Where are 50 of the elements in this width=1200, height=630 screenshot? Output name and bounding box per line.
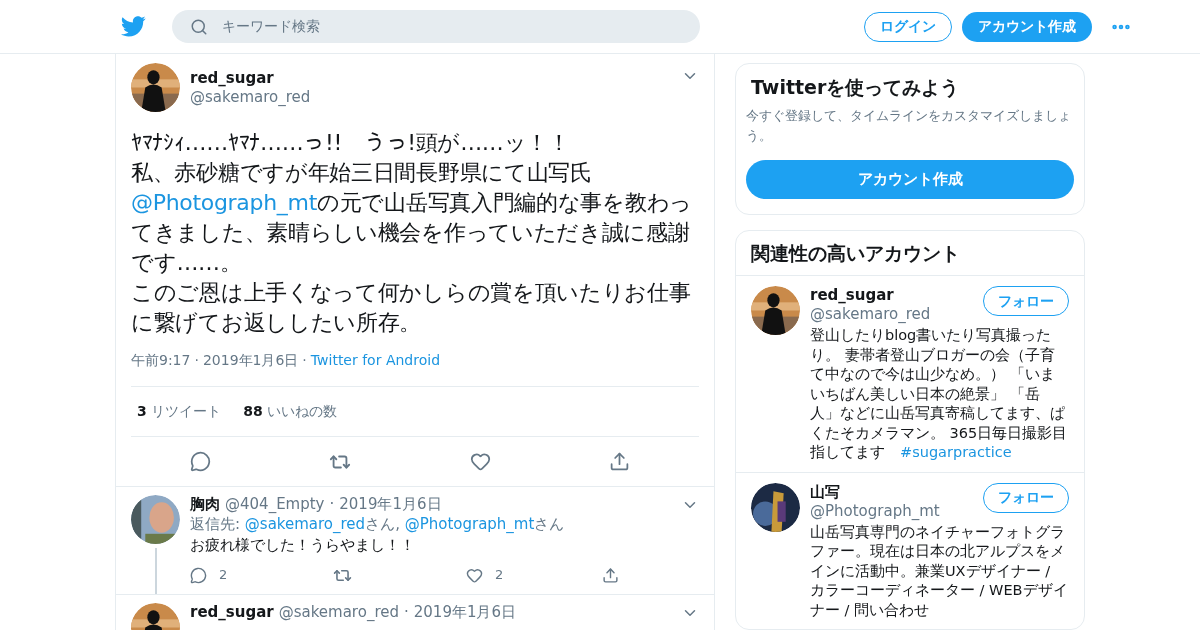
like-count: 2 [495, 566, 504, 585]
signup-button[interactable]: アカウント作成 [962, 11, 1092, 42]
account-name: 山写 [810, 482, 841, 502]
bird-logo-icon[interactable] [121, 16, 146, 37]
card-title: 関連性の高いアカウント [736, 231, 1084, 276]
like-count[interactable]: 88 いいねの数 [243, 401, 338, 422]
reply-date: 2019年1月6日 [339, 495, 442, 514]
mention-link[interactable]: @Photograph_mt [131, 190, 317, 215]
like-icon[interactable] [466, 566, 483, 584]
card-title: Twitterを使ってみよう [750, 75, 961, 100]
separator-dot: · [403, 603, 409, 622]
reply-date: 2019年1月6日 [413, 603, 516, 622]
like-icon[interactable] [469, 451, 491, 472]
card-description: 今すぐ登録して、タイムラインをカスタマイズしましょう。 [746, 107, 1072, 145]
reply-author-handle: @404_Empty [225, 495, 325, 514]
mention-link[interactable]: @sakemaro_red [244, 515, 366, 533]
account-bio: 登山したりblog書いたり写真撮ったり。 妻帯者登山ブロガーの会（子育て中なので今は山少なめ。） 「いまいちばん美しい日本の絶景」 「岳人」などに山岳写真寄稿してます、ぱくたそカメラマン。 365日毎日撮影目指してます #sugarpractice [810, 326, 1068, 462]
separator-dot: · [329, 495, 335, 514]
author-handle: @sakemaro_red [190, 87, 312, 107]
reply-icon[interactable] [190, 451, 212, 472]
search-field[interactable]: キーワード検索 [172, 10, 700, 43]
hashtag-link[interactable]: #sugarpractice [900, 444, 1012, 460]
reply-author-handle: @sakemaro_red [278, 603, 399, 622]
account-handle: @sakemaro_red [810, 305, 932, 324]
share-icon[interactable] [608, 451, 630, 472]
tweet-time: 午前9:17 [131, 351, 191, 370]
signup-button[interactable]: アカウント作成 [746, 160, 1074, 199]
source-link[interactable]: Twitter for Android [310, 350, 440, 371]
reply-author-name: red_sugar [190, 603, 274, 622]
search-icon [190, 17, 208, 36]
mention-link[interactable]: @Photograph_mt [404, 515, 535, 533]
reply-text: お疲れ様でした！うらやまし！！ [190, 535, 416, 556]
retweet-count[interactable]: 3 リツイート [137, 401, 222, 422]
search-input[interactable]: キーワード検索 [222, 16, 682, 37]
tweet-text: @Photograph_mtの元で山岳写真入門編的な事を教わってきました、素晴らしい機会を作っていただき誠に感謝です……。 [131, 189, 693, 277]
tweet-text: このご恩は上手くなって何かしらの賞を頂いたりお仕事に繋げてお返ししたい所存。 [131, 279, 692, 337]
reply-count: 2 [219, 566, 228, 585]
tweet-date: 2019年1月6日 [202, 351, 299, 370]
account-name: red_sugar [810, 286, 895, 305]
account-bio: 山岳写真専門のネイチャーフォトグラファー。現在は日本の北アルプスをメインに活動中。兼業UXデザイナー / カラーコーディネーター / WEBデザイナー / 問い合わせ [810, 522, 1068, 620]
share-icon[interactable] [602, 566, 619, 584]
author-name: red_sugar [190, 68, 275, 88]
reply-to-line: 返信先: @sakemaro_redさん, @Photograph_mtさん [190, 514, 566, 535]
account-handle: @Photograph_mt [810, 501, 941, 521]
tweet-text: ﾔﾏﾅｼｨ……ﾔﾏﾅ……っ!! うっ!頭が……ッ！！ [131, 129, 571, 157]
tweet-text: 私、赤砂糖ですが年始三日間長野県にて山写氏 [131, 159, 593, 187]
reply-icon[interactable] [190, 566, 207, 584]
reply-author-name: 胸肉 [190, 495, 220, 514]
separator-dot: · [302, 351, 307, 370]
separator-dot: · [194, 351, 199, 370]
